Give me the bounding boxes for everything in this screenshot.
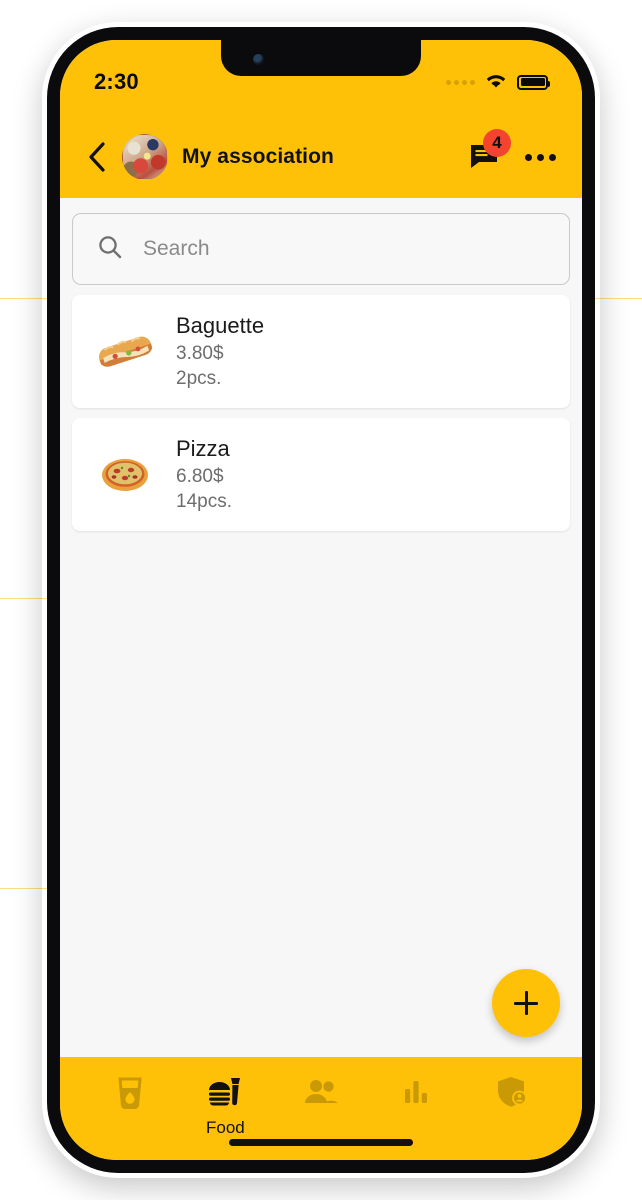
status-bar: 2:30 [60, 40, 582, 116]
list-item-price: 3.80$ [176, 342, 224, 364]
header-actions: 4 [469, 129, 556, 172]
nav-label: Food [206, 1118, 245, 1137]
messages-button[interactable]: 4 [469, 129, 511, 172]
front-camera-icon [253, 54, 264, 65]
list-item-quantity: 2pcs. [176, 368, 222, 390]
avatar[interactable] [122, 134, 168, 180]
more-options-icon [525, 153, 532, 161]
search-icon [97, 234, 123, 265]
list-item-text: Pizza 6.80$ 14pcs. [176, 434, 232, 515]
screenshot-stage: 2:30 My association 4 Search Baguette 3.… [0, 0, 642, 1200]
list-item[interactable]: Baguette 3.80$ 2pcs. [72, 295, 570, 408]
list-item-name: Baguette [176, 313, 265, 338]
drink-cup-icon [113, 1073, 147, 1114]
status-time: 2:30 [94, 69, 139, 94]
fast-food-icon [207, 1073, 243, 1114]
page-title: My association [182, 145, 334, 168]
status-indicators [446, 63, 550, 94]
app-header: My association 4 [60, 116, 582, 198]
bar-chart-icon [402, 1073, 432, 1114]
people-icon [302, 1073, 340, 1114]
list-item-text: Baguette 3.80$ 2pcs. [176, 311, 264, 392]
list-item-price: 6.80$ [176, 465, 224, 487]
back-button[interactable] [86, 141, 108, 173]
notch [221, 40, 421, 76]
nav-item-food[interactable]: Food [178, 1073, 274, 1138]
nav-item-stats[interactable] [369, 1073, 465, 1118]
baguette-icon [94, 322, 156, 380]
list-item-quantity: 14pcs. [176, 491, 232, 513]
wifi-icon [484, 71, 508, 94]
search-field[interactable]: Search [72, 213, 570, 285]
signal-dots-icon [446, 79, 475, 85]
more-options-button[interactable] [525, 153, 556, 161]
home-indicator[interactable] [229, 1139, 413, 1146]
nav-item-drinks[interactable] [82, 1073, 178, 1118]
search-input[interactable]: Search [143, 237, 210, 261]
pizza-icon [94, 445, 156, 503]
messages-badge: 4 [483, 129, 511, 157]
nav-item-people[interactable] [273, 1073, 369, 1118]
main-content: Search Baguette 3.80$ 2pcs. Pizza 6.80$ … [60, 213, 582, 1057]
battery-full-icon [517, 74, 550, 90]
list-item[interactable]: Pizza 6.80$ 14pcs. [72, 417, 570, 531]
add-item-button[interactable] [492, 969, 560, 1037]
nav-item-admin[interactable] [464, 1073, 560, 1118]
phone-screen: 2:30 My association 4 Search Baguette 3.… [60, 40, 582, 1160]
shield-person-icon [495, 1073, 529, 1114]
list-item-name: Pizza [176, 435, 230, 461]
plus-icon [514, 991, 538, 1015]
phone-frame: 2:30 My association 4 Search Baguette 3.… [42, 22, 600, 1178]
